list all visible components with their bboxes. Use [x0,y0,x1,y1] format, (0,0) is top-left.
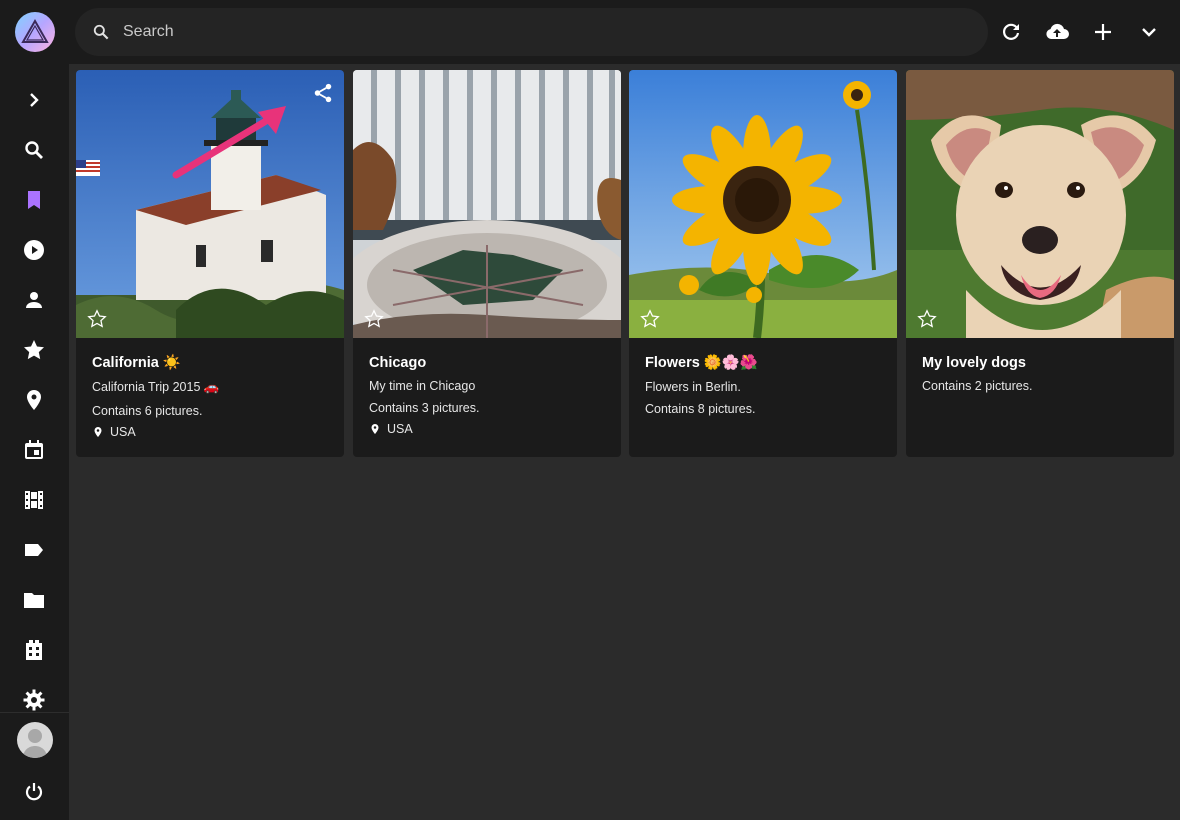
bookmark-icon[interactable] [22,188,46,212]
search-icon[interactable] [22,138,46,162]
location-pin-icon [94,427,102,437]
album-title: My lovely dogs [922,355,1026,371]
album-photo-lighthouse[interactable] [76,70,344,338]
album-title: Chicago [369,355,427,371]
search-bar [75,8,988,56]
album-photo-dog[interactable] [906,70,1174,338]
star-icon[interactable] [22,338,46,362]
favorite-star-icon[interactable] [363,308,385,330]
location-label: USA [110,425,136,439]
power-icon[interactable] [22,780,46,804]
plus-icon [1095,24,1111,40]
triangle-logo-icon [21,18,49,43]
person-icon[interactable] [22,288,46,312]
album-card-dogs[interactable]: My lovely dogs Contains 2 pictures. [906,70,1174,457]
album-title: California ☀️ [92,355,181,371]
album-count: Contains 3 pictures. [369,401,480,415]
favorite-star-icon[interactable] [639,308,661,330]
cloud-upload-icon [1046,23,1069,39]
album-title: Flowers 🌼🌸🌺 [645,355,758,371]
label-icon[interactable] [22,538,46,562]
album-location: USA [369,422,609,436]
sidebar-divider [0,712,69,713]
upload-button[interactable] [1045,20,1069,44]
map-pin-icon[interactable] [22,388,46,412]
favorite-star-icon[interactable] [916,308,938,330]
album-description: Flowers in Berlin. [645,380,741,394]
folder-icon[interactable] [22,588,46,612]
location-label: USA [387,422,413,436]
top-bar [69,0,1180,64]
calendar-icon[interactable] [22,438,46,462]
avatar[interactable] [17,722,53,758]
favorite-star-icon[interactable] [86,308,108,330]
logo[interactable] [15,12,55,52]
album-card-california[interactable]: California ☀️ California Trip 2015 🚗 Con… [76,70,344,457]
album-location: USA [92,425,332,439]
album-description: California Trip 2015 🚗 [92,380,220,394]
gear-icon[interactable] [22,688,46,712]
reload-icon [1003,23,1020,40]
location-pin-icon [371,424,379,434]
album-photo-sunflower[interactable] [629,70,897,338]
expand-button[interactable] [1137,20,1161,44]
album-photo-chicago[interactable] [353,70,621,338]
search-icon [93,24,109,40]
album-count: Contains 6 pictures. [92,404,203,418]
album-description: Contains 2 pictures. [922,379,1033,393]
library-icon[interactable] [22,638,46,662]
reload-button[interactable] [999,20,1023,44]
chevron-right-icon[interactable] [22,88,46,112]
chevron-down-icon [1142,28,1156,37]
search-input[interactable] [123,18,963,46]
share-icon[interactable] [312,82,334,104]
album-description: My time in Chicago [369,379,476,393]
play-circle-icon[interactable] [22,238,46,262]
album-card-chicago[interactable]: Chicago My time in Chicago Contains 3 pi… [353,70,621,457]
album-count: Contains 8 pictures. [645,402,756,416]
film-icon[interactable] [22,488,46,512]
add-button[interactable] [1091,20,1115,44]
album-card-flowers[interactable]: Flowers 🌼🌸🌺 Flowers in Berlin. Contains … [629,70,897,457]
sidebar [0,0,69,820]
